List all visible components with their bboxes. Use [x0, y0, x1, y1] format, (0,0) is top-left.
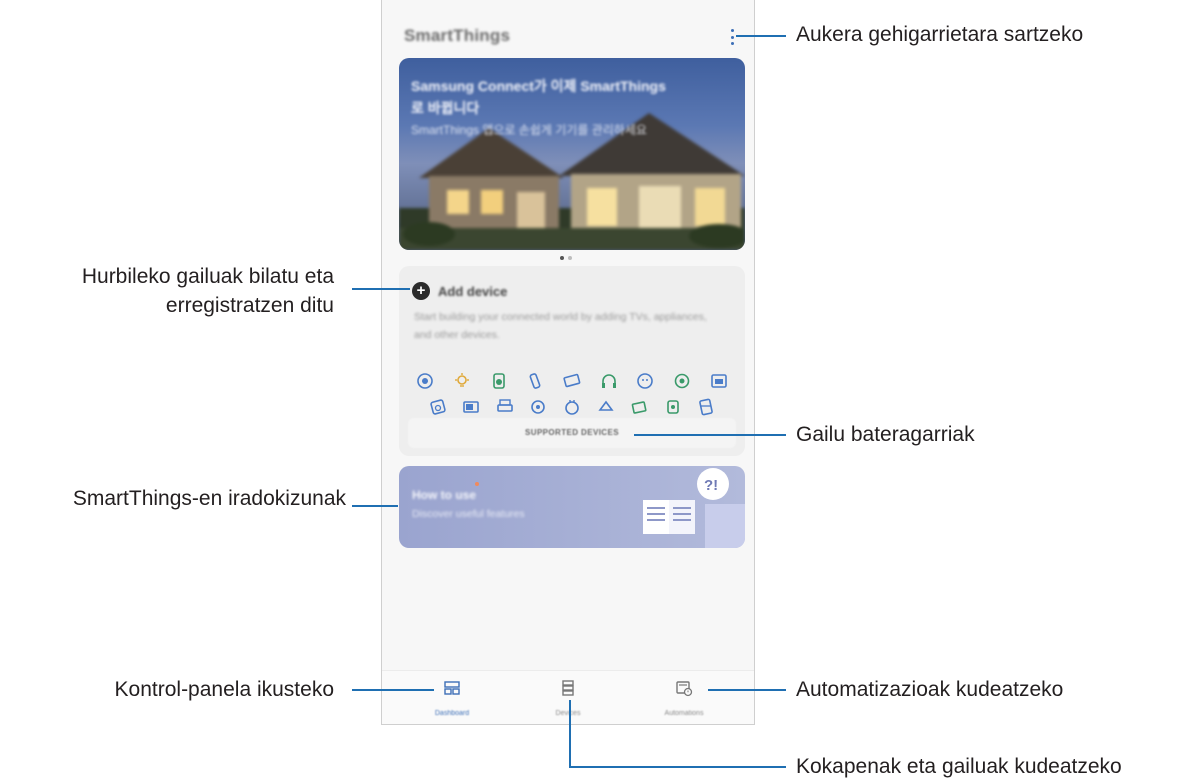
callout-line-automations — [708, 689, 786, 691]
add-device-label: Add device — [438, 283, 508, 299]
automations-icon — [676, 681, 693, 697]
callout-devices: Kokapenak eta gailuak kudeatzeko — [796, 755, 1122, 778]
callout-add-device-1: Hurbileko gailuak bilatu eta — [81, 265, 334, 288]
phone-screen: SmartThings Samsung Connect가 이제 SmartThi… — [381, 0, 755, 725]
webcam-icon — [531, 400, 546, 414]
svg-text:?!: ?! — [704, 477, 718, 494]
tv-icon — [563, 373, 581, 388]
callout-add-device-2: erregistratzen ditu — [165, 294, 334, 317]
bottom-navigation: Dashboard Devices Automations — [382, 670, 754, 724]
callout-line-more-options — [736, 35, 786, 37]
nav-automations[interactable]: Automations — [639, 679, 729, 717]
nav-dashboard-label: Dashboard — [434, 710, 470, 717]
callout-line-devices-vertical — [569, 700, 571, 767]
callout-automations: Automatizazioak kudeatzeko — [796, 678, 1064, 701]
callout-dashboard: Kontrol-panela ikusteko — [114, 678, 334, 701]
microwave-icon — [463, 401, 480, 413]
banner-pager — [560, 256, 572, 260]
robot-vacuum-icon — [637, 373, 654, 389]
nav-devices[interactable]: Devices — [523, 679, 613, 717]
nav-dashboard[interactable]: Dashboard — [407, 679, 497, 717]
washing-machine-icon — [430, 399, 446, 415]
how-to-use-card[interactable]: How to use Discover useful features ?! — [399, 466, 745, 548]
smart-plug-icon — [565, 400, 579, 415]
app-title: SmartThings — [404, 26, 511, 45]
oven-icon — [710, 374, 727, 388]
more-options-icon[interactable] — [726, 26, 738, 48]
air-purifier-icon — [631, 401, 647, 414]
printer-icon — [497, 399, 513, 412]
dashboard-icon — [444, 681, 460, 695]
banner-headline-2: 로 바뀝니다 — [411, 100, 480, 116]
nav-devices-label: Devices — [555, 710, 581, 717]
light-bulb-icon — [454, 373, 469, 387]
how-to-use-subtitle: Discover useful features — [412, 508, 525, 520]
remote-icon — [529, 373, 541, 389]
washer-icon — [492, 373, 505, 389]
devices-icon — [562, 680, 574, 696]
camera-icon — [674, 373, 690, 389]
callout-line-devices-horizontal — [569, 766, 786, 768]
callout-line-dashboard — [352, 689, 434, 691]
nav-automations-label: Automations — [664, 710, 704, 717]
speaker-icon — [417, 373, 434, 389]
hub-icon — [597, 400, 614, 411]
how-to-use-title: How to use — [412, 488, 477, 502]
callout-tutorials: SmartThings-en iradokizunak — [72, 487, 346, 510]
new-badge — [475, 482, 479, 486]
callout-line-add-device — [352, 288, 410, 290]
callout-line-supported-devices — [634, 434, 786, 436]
sensor-icon — [666, 400, 679, 414]
add-device-button[interactable]: + Add device — [412, 282, 507, 300]
add-device-card: + Add device Start building your connect… — [399, 266, 745, 456]
callout-line-tutorials — [352, 505, 398, 507]
plus-icon: + — [412, 282, 430, 300]
supported-devices-button[interactable]: SUPPORTED DEVICES — [408, 418, 736, 448]
add-device-description: Start building your connected world by a… — [414, 311, 707, 341]
headphones-icon — [601, 374, 616, 388]
device-icon-grid — [407, 372, 737, 424]
callout-supported-devices: Gailu bateragarriak — [796, 423, 975, 446]
fridge-icon — [699, 398, 714, 416]
banner-subtext: SmartThings 앱으로 손쉽게 기기를 관리하세요 — [411, 123, 647, 137]
promo-banner[interactable]: Samsung Connect가 이제 SmartThings 로 바뀝니다 S… — [399, 58, 745, 250]
banner-headline-1: Samsung Connect가 이제 SmartThings — [411, 78, 666, 94]
book-help-icon: ?! — [643, 468, 745, 548]
callout-more-options: Aukera gehigarrietara sartzeko — [796, 23, 1084, 46]
